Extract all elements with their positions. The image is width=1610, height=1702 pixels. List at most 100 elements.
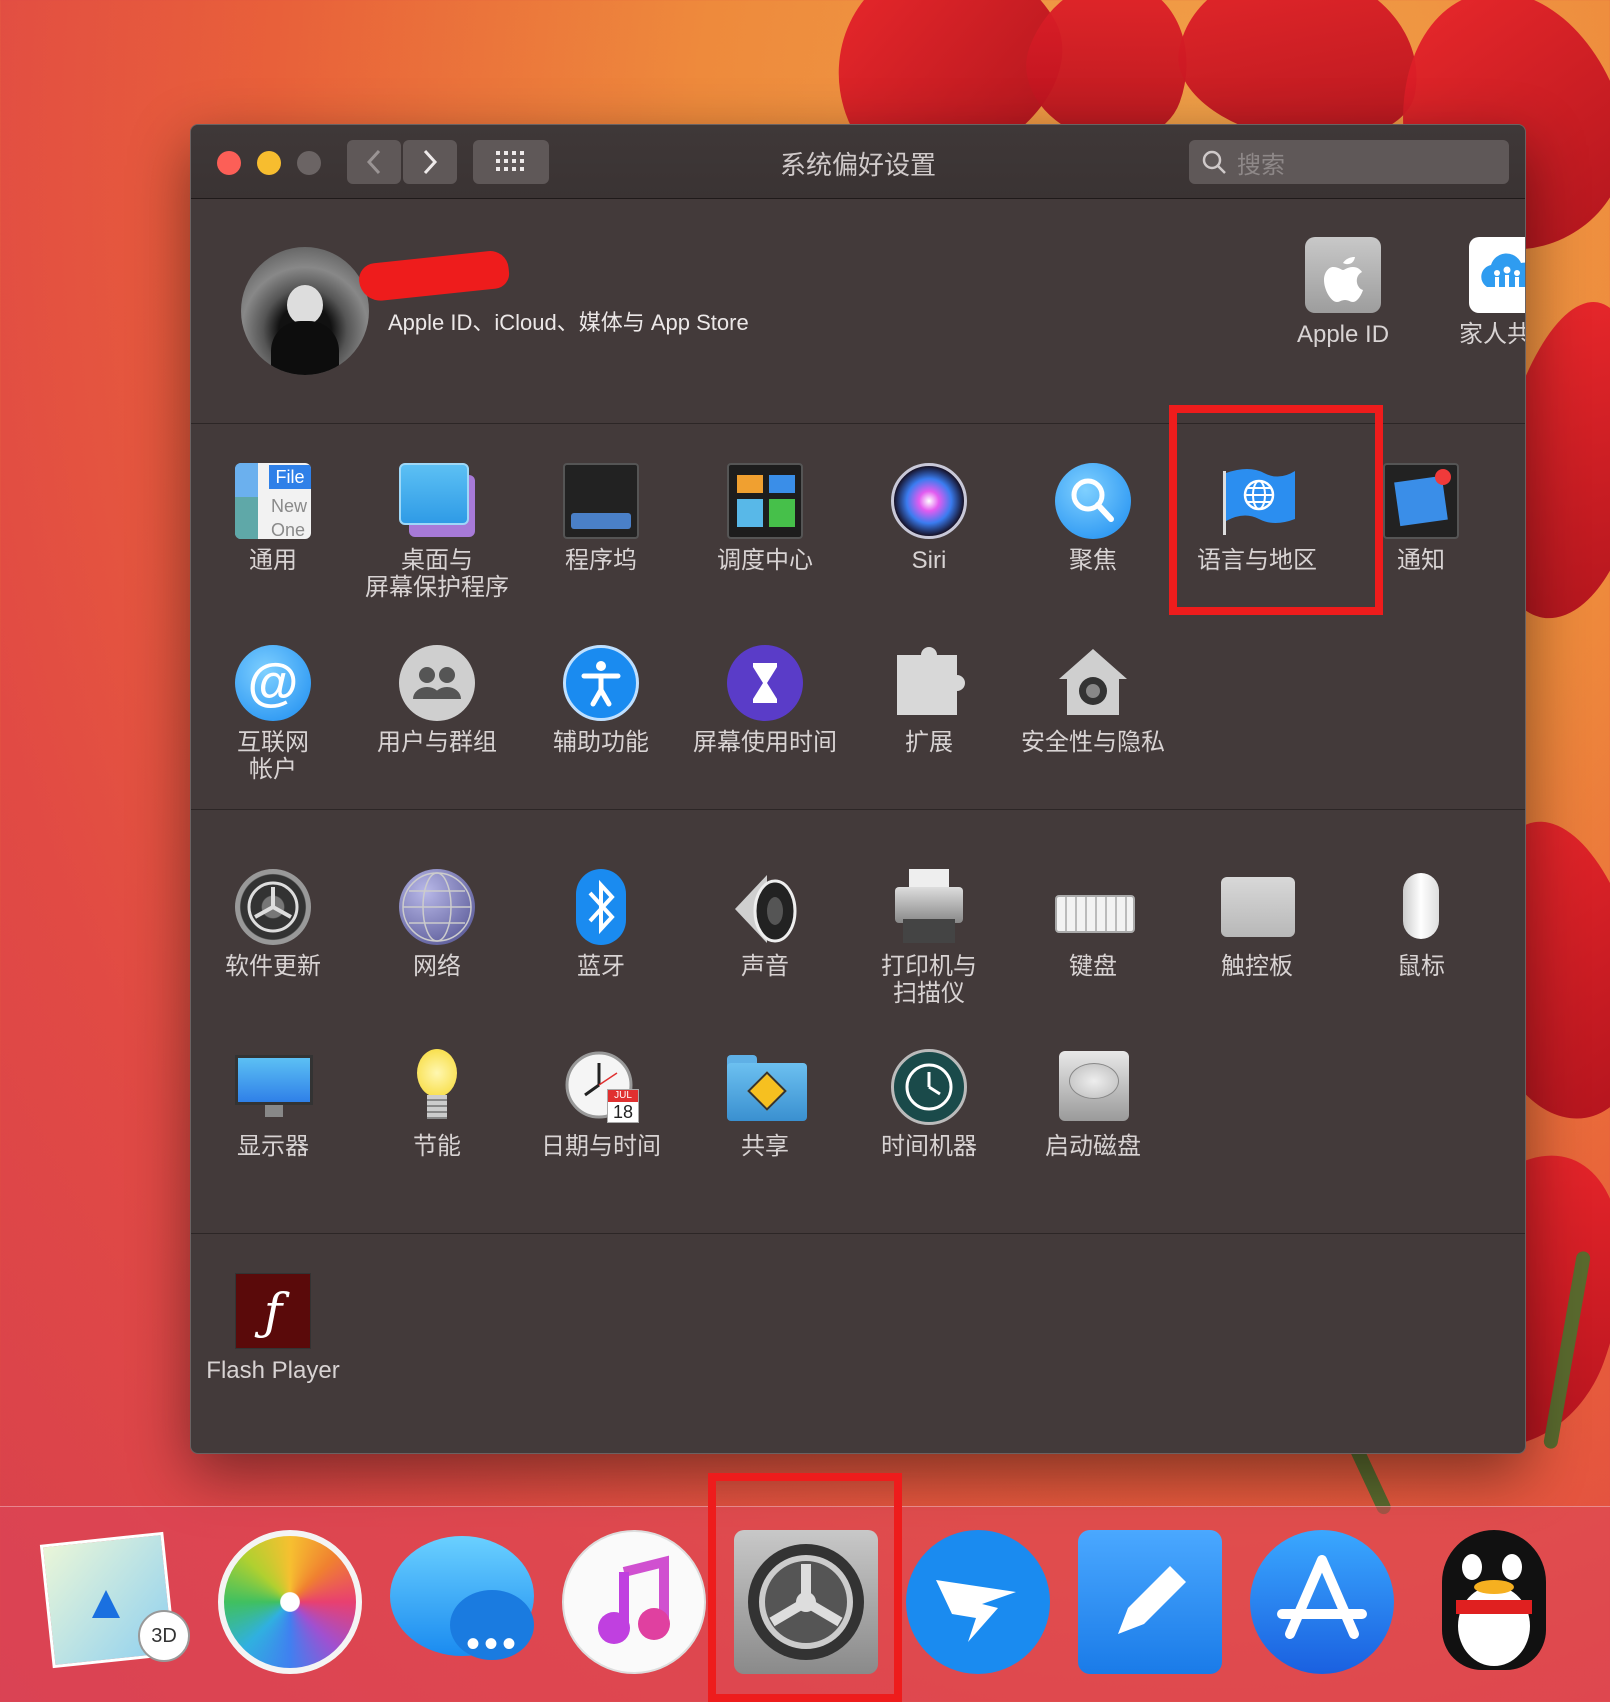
spotlight-icon [1055,463,1131,539]
accessibility-pane[interactable]: 辅助功能 [519,645,683,756]
network-label: 网络 [413,953,461,980]
general-icon-one-text: One [271,520,306,539]
desktop-icon [399,463,475,539]
maps-icon[interactable]: 3D [39,1530,190,1674]
dock-pane[interactable]: 程序坞 [519,463,683,574]
software-update-pane[interactable]: 软件更新 [191,869,355,980]
general-pane[interactable]: File New One 通用 [191,463,355,574]
system-preferences-window: 系统偏好设置 搜索 Apple ID、iCloud、媒体与 App Store … [190,124,1526,1454]
search-icon [1202,150,1226,174]
general-icon-file-text: File [269,465,311,489]
trackpad-pane[interactable]: 触控板 [1175,869,1339,980]
dingtalk-icon[interactable] [906,1530,1050,1674]
bluetooth-label: 蓝牙 [577,953,625,980]
users-groups-icon [399,645,475,721]
flash-player-label: Flash Player [206,1357,340,1384]
startup-disk-label: 启动磁盘 [1045,1133,1141,1160]
app-store-icon[interactable] [1250,1530,1394,1674]
security-privacy-pane[interactable]: 安全性与隐私 [1011,645,1175,756]
family-sharing-pane[interactable]: 家人共享 [1425,237,1525,348]
displays-pane[interactable]: 显示器 [191,1049,355,1160]
mission-control-icon [727,463,803,539]
notifications-icon [1383,463,1459,539]
bluetooth-pane[interactable]: 蓝牙 [519,869,683,980]
printers-scanners-label: 打印机与 扫描仪 [881,953,977,1007]
general-icon-new-text: New [271,496,308,516]
redacted-username [357,249,511,303]
mission-control-label: 调度中心 [717,547,813,574]
date-time-pane[interactable]: JUL 18 日期与时间 [519,1049,683,1160]
extensions-label: 扩展 [905,729,953,756]
time-machine-icon [891,1049,967,1125]
photos-icon[interactable] [218,1530,362,1674]
bluetooth-icon [576,869,626,945]
keyboard-pane[interactable]: 键盘 [1011,869,1175,980]
messages-icon[interactable]: ••• [390,1530,534,1674]
flash-player-icon: ƒ [235,1273,311,1349]
general-label: 通用 [249,547,297,574]
maps-3d-badge: 3D [138,1610,190,1662]
qq-icon[interactable] [1422,1530,1566,1674]
trackpad-icon [1219,869,1295,945]
siri-icon [891,463,967,539]
sharing-icon [727,1049,807,1125]
date-time-icon: JUL 18 [563,1049,639,1125]
trackpad-label: 触控板 [1221,953,1293,980]
siri-pane[interactable]: Siri [847,463,1011,574]
spotlight-label: 聚焦 [1069,547,1117,574]
general-icon: File New One [235,463,311,539]
dock-label: 程序坞 [565,547,637,574]
desktop-screensaver-pane[interactable]: 桌面与 屏幕保护程序 [355,463,519,601]
extensions-pane[interactable]: 扩展 [847,645,1011,756]
mouse-icon [1383,869,1459,945]
startup-disk-icon [1055,1049,1131,1125]
section-divider [191,809,1525,810]
section-divider [191,1233,1525,1234]
time-machine-pane[interactable]: 时间机器 [847,1049,1011,1160]
startup-disk-pane[interactable]: 启动磁盘 [1011,1049,1175,1160]
desktop-screensaver-label: 桌面与 屏幕保护程序 [365,547,509,601]
energy-saver-icon [399,1049,475,1125]
apple-id-pane[interactable]: Apple ID [1261,237,1425,348]
printer-icon [891,869,967,945]
internet-accounts-label: 互联网 帐户 [237,729,309,783]
displays-label: 显示器 [237,1133,309,1160]
users-groups-pane[interactable]: 用户与群组 [355,645,519,756]
printers-scanners-pane[interactable]: 打印机与 扫描仪 [847,869,1011,1007]
highlight-box-system-preferences [708,1473,902,1702]
flash-player-pane[interactable]: ƒ Flash Player [191,1273,355,1384]
title-bar: 系统偏好设置 搜索 [191,125,1525,199]
calendar-day: 18 [612,1102,634,1122]
sharing-pane[interactable]: 共享 [683,1049,847,1160]
sound-pane[interactable]: 声音 [683,869,847,980]
mission-control-pane[interactable]: 调度中心 [683,463,847,574]
highlight-box-language-region [1169,405,1383,615]
family-sharing-label: 家人共享 [1459,321,1525,348]
search-field[interactable]: 搜索 [1189,140,1509,184]
accessibility-label: 辅助功能 [553,729,649,756]
spotlight-pane[interactable]: 聚焦 [1011,463,1175,574]
apple-id-label: Apple ID [1296,321,1390,348]
security-privacy-icon [1055,645,1131,721]
internet-accounts-pane[interactable]: @ 互联网 帐户 [191,645,355,783]
mouse-label: 鼠标 [1397,953,1445,980]
sound-label: 声音 [741,953,789,980]
energy-saver-pane[interactable]: 节能 [355,1049,519,1160]
time-machine-label: 时间机器 [881,1133,977,1160]
keyboard-label: 键盘 [1069,953,1117,980]
extensions-icon [891,645,967,721]
avatar[interactable] [241,247,369,375]
network-pane[interactable]: 网络 [355,869,519,980]
music-icon[interactable] [562,1530,706,1674]
dock-icon [563,463,639,539]
pages-icon[interactable] [1078,1530,1222,1674]
accessibility-icon [563,645,639,721]
family-sharing-icon [1469,237,1525,313]
siri-label: Siri [911,547,947,574]
sound-icon [727,869,803,945]
internet-accounts-icon: @ [235,645,311,721]
screen-time-pane[interactable]: 屏幕使用时间 [683,645,847,756]
security-privacy-label: 安全性与隐私 [1021,729,1165,756]
mouse-pane[interactable]: 鼠标 [1339,869,1503,980]
calendar-month: JUL [608,1090,638,1102]
